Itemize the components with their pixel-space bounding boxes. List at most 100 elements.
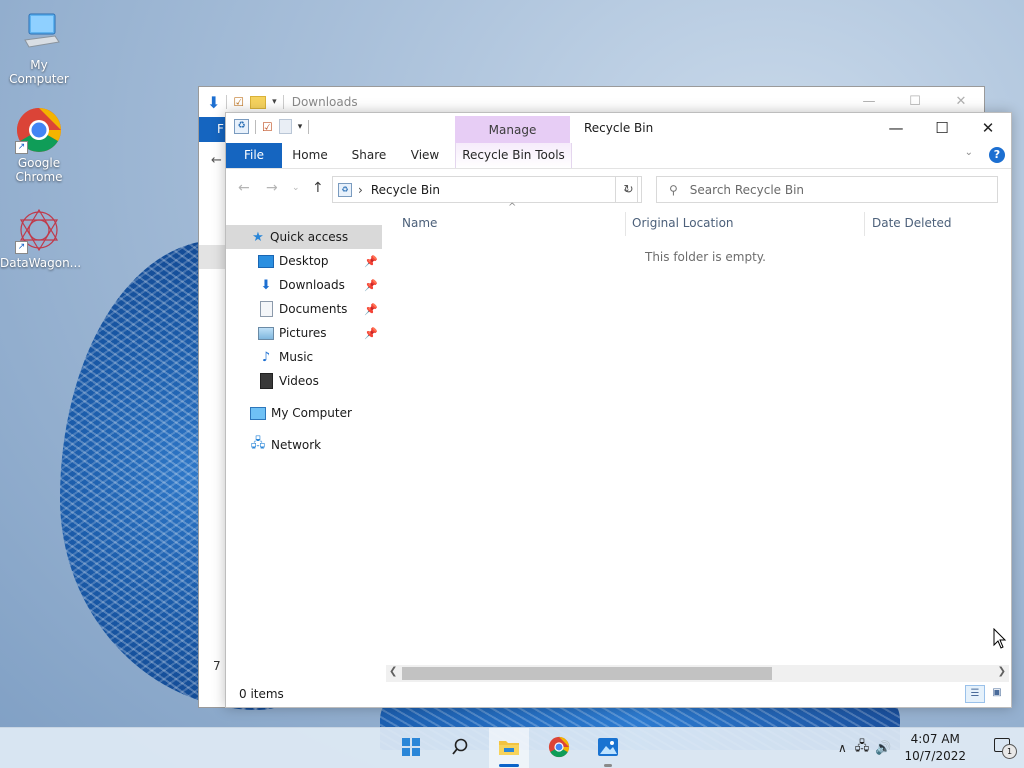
background-nav-selection bbox=[199, 245, 225, 269]
photos-icon bbox=[597, 737, 619, 760]
network-icon[interactable]: 🖧 bbox=[855, 737, 870, 759]
nav-item-downloads[interactable]: ⬇ Downloads 📌 bbox=[226, 273, 382, 297]
system-tray: ∧ 🖧 🔊 bbox=[838, 728, 891, 768]
recycle-bin-window[interactable]: ♻ ☑ ▾ Manage Recycle Bin — ☐ ✕ File Home… bbox=[225, 112, 1012, 708]
video-icon bbox=[258, 373, 274, 389]
nav-item-label: Documents bbox=[279, 302, 348, 316]
item-count: 0 items bbox=[239, 687, 284, 701]
help-icon[interactable]: ? bbox=[989, 147, 1005, 163]
taskbar: ∧ 🖧 🔊 4:07 AM 10/7/2022 1 bbox=[0, 727, 1024, 768]
tab-home[interactable]: Home bbox=[288, 143, 332, 168]
shortcut-arrow-icon: ↗ bbox=[15, 141, 28, 154]
nav-item-quick-access[interactable]: ★ Quick access bbox=[226, 225, 382, 249]
new-item-icon[interactable] bbox=[278, 119, 292, 134]
desktop-icon-google-chrome[interactable]: ↗ Google Chrome bbox=[0, 106, 78, 184]
windows-logo-icon bbox=[401, 737, 421, 760]
navigation-pane: ★ Quick access Desktop 📌 ⬇ Downloads 📌 D… bbox=[226, 225, 382, 665]
expand-ribbon-icon[interactable]: ⌄ bbox=[965, 147, 973, 158]
recycle-bin-small-icon: ♻ bbox=[338, 182, 352, 197]
tab-view[interactable]: View bbox=[404, 143, 446, 168]
chrome-icon bbox=[548, 736, 570, 761]
desktop-icon-datawagon[interactable]: ↗ DataWagon... bbox=[0, 206, 82, 270]
scrollbar-thumb[interactable] bbox=[402, 667, 772, 680]
pin-icon[interactable]: 📌 bbox=[364, 303, 378, 316]
running-indicator bbox=[604, 764, 612, 767]
nav-item-network[interactable]: 🖧 Network bbox=[226, 433, 382, 457]
chevron-up-icon[interactable]: ∧ bbox=[838, 741, 847, 755]
taskbar-photos[interactable] bbox=[588, 728, 628, 768]
computer-icon bbox=[15, 8, 63, 56]
window-title: Recycle Bin bbox=[584, 121, 654, 135]
taskbar-search-button[interactable] bbox=[440, 728, 480, 768]
folder-icon bbox=[498, 737, 520, 760]
pin-icon[interactable]: 📌 bbox=[364, 255, 378, 268]
refresh-button[interactable]: ↻ bbox=[615, 176, 642, 203]
nav-item-my-computer[interactable]: My Computer bbox=[226, 401, 382, 425]
active-indicator bbox=[499, 764, 519, 767]
new-folder-icon bbox=[250, 95, 267, 109]
nav-item-music[interactable]: ♪ Music bbox=[226, 345, 382, 369]
properties-icon[interactable]: ☑ bbox=[262, 120, 273, 134]
tab-file[interactable]: File bbox=[226, 143, 282, 168]
separator bbox=[282, 95, 284, 109]
tab-recycle-bin-tools[interactable]: Recycle Bin Tools bbox=[455, 143, 572, 168]
search-icon bbox=[451, 738, 469, 759]
column-separator[interactable] bbox=[864, 212, 865, 236]
nav-item-pictures[interactable]: Pictures 📌 bbox=[226, 321, 382, 345]
manage-contextual-tab[interactable]: Manage bbox=[455, 116, 570, 143]
background-file-tab[interactable]: F bbox=[199, 117, 225, 142]
pin-icon[interactable]: 📌 bbox=[364, 279, 378, 292]
nav-item-videos[interactable]: Videos bbox=[226, 369, 382, 393]
back-arrow-icon[interactable]: ← bbox=[238, 180, 250, 196]
column-header-name[interactable]: Name bbox=[402, 208, 622, 238]
separator bbox=[308, 119, 310, 134]
desktop-icon bbox=[258, 253, 274, 269]
forward-arrow-icon[interactable]: → bbox=[266, 180, 278, 196]
desktop-icon-my-computer[interactable]: My Computer bbox=[0, 8, 78, 86]
volume-icon[interactable]: 🔊 bbox=[875, 741, 891, 756]
taskbar-chrome[interactable] bbox=[539, 728, 579, 768]
large-icons-view-icon[interactable]: ▣ bbox=[987, 685, 1007, 703]
music-icon: ♪ bbox=[261, 349, 271, 365]
tab-share[interactable]: Share bbox=[347, 143, 391, 168]
properties-icon: ☑ bbox=[233, 95, 245, 109]
qat-dropdown-icon[interactable]: ▾ bbox=[298, 122, 303, 132]
nav-item-label: Quick access bbox=[270, 230, 349, 244]
pin-icon[interactable]: 📌 bbox=[364, 327, 378, 340]
address-bar[interactable]: ♻ › Recycle Bin ⌄ bbox=[332, 176, 638, 203]
taskbar-file-explorer[interactable] bbox=[489, 728, 529, 768]
separator bbox=[255, 119, 256, 134]
search-box[interactable]: ⚲ bbox=[656, 176, 998, 203]
datawagon-icon: ↗ bbox=[15, 206, 63, 254]
recycle-bin-small-icon: ♻ bbox=[234, 119, 249, 134]
up-arrow-icon[interactable]: ↑ bbox=[312, 180, 324, 196]
maximize-icon[interactable]: ☐ bbox=[919, 113, 965, 143]
computer-icon bbox=[250, 405, 266, 421]
notification-center-button[interactable]: 1 bbox=[994, 738, 1017, 759]
clock[interactable]: 4:07 AM 10/7/2022 bbox=[904, 731, 966, 765]
nav-item-label: My Computer bbox=[271, 406, 352, 420]
minimize-icon[interactable]: — bbox=[873, 113, 919, 143]
details-view-icon[interactable]: ☰ bbox=[965, 685, 985, 703]
breadcrumb-separator-icon[interactable]: › bbox=[358, 183, 363, 197]
file-list[interactable]: ^ Name Original Location Date Deleted Th… bbox=[386, 202, 1011, 668]
scroll-right-icon[interactable]: ❯ bbox=[998, 666, 1006, 677]
search-input[interactable] bbox=[687, 181, 982, 198]
mouse-cursor-icon bbox=[993, 627, 1007, 653]
horizontal-scrollbar[interactable]: ❮ ❯ bbox=[386, 665, 1009, 682]
column-separator[interactable] bbox=[625, 212, 626, 236]
column-header-original-location[interactable]: Original Location bbox=[632, 208, 862, 238]
notification-badge: 1 bbox=[1002, 744, 1017, 759]
column-header-date-deleted[interactable]: Date Deleted bbox=[872, 208, 1002, 238]
close-icon[interactable]: ✕ bbox=[965, 113, 1011, 143]
nav-item-desktop[interactable]: Desktop 📌 bbox=[226, 249, 382, 273]
desktop-icon-label: DataWagon... bbox=[0, 256, 82, 270]
recent-locations-icon[interactable]: ⌄ bbox=[292, 183, 300, 193]
download-arrow-icon: ⬇ bbox=[260, 277, 272, 293]
nav-item-documents[interactable]: Documents 📌 bbox=[226, 297, 382, 321]
breadcrumb-location[interactable]: Recycle Bin bbox=[371, 183, 440, 197]
start-button[interactable] bbox=[391, 728, 431, 768]
background-back-icon: ← bbox=[211, 153, 222, 168]
scroll-left-icon[interactable]: ❮ bbox=[389, 666, 397, 677]
desktop-icon-label: Google Chrome bbox=[15, 156, 63, 184]
